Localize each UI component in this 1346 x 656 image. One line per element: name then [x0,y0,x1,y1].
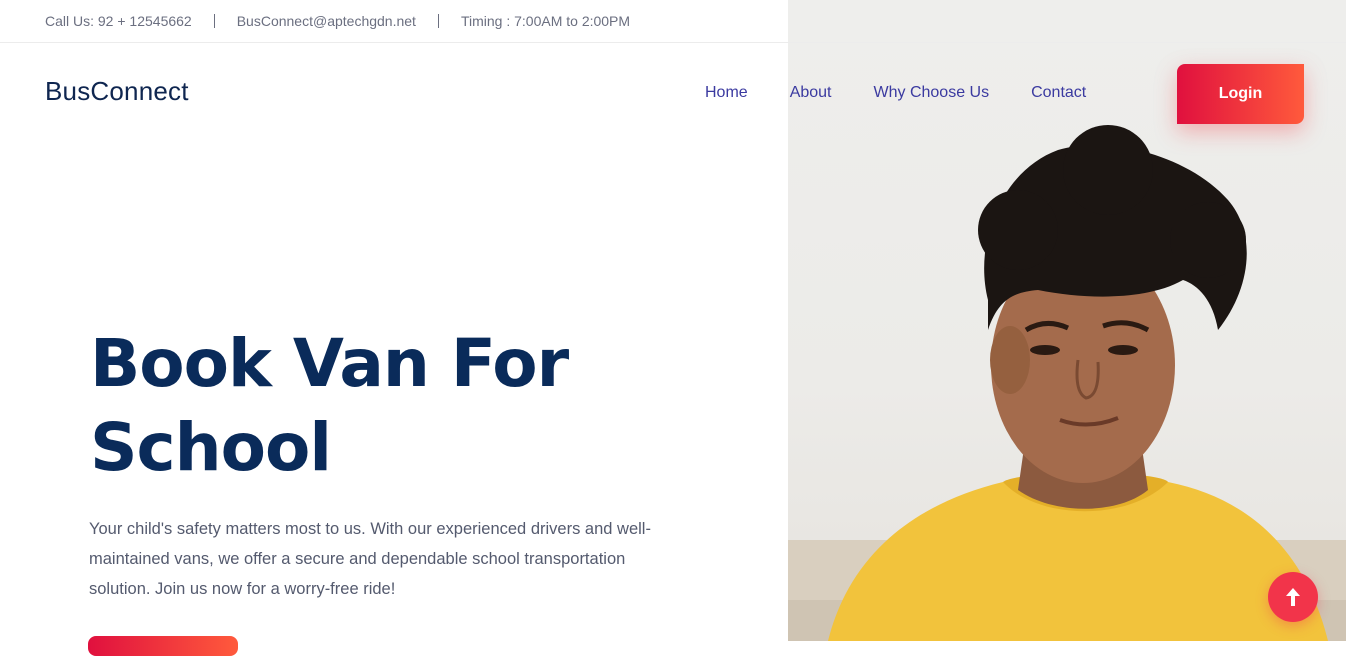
nav-home[interactable]: Home [705,84,748,102]
timing-info: Timing : 7:00AM to 2:00PM [460,13,631,29]
nav-why-choose-us[interactable]: Why Choose Us [874,84,990,102]
arrow-up-icon [1286,588,1300,606]
email-info[interactable]: BusConnect@aptechgdn.net [237,13,416,29]
hero-title: Book Van For School [90,322,710,490]
divider [213,14,215,28]
hero-title-line-2: School [90,409,332,486]
hero-title-line-1: Book Van For [90,325,569,402]
divider [437,14,439,28]
hero-cta-button[interactable] [88,636,238,656]
back-to-top-button[interactable] [1268,572,1318,622]
login-button[interactable]: Login [1177,64,1304,124]
main-nav: Home About Why Choose Us Contact [705,84,1086,102]
nav-about[interactable]: About [790,84,832,102]
phone-info: Call Us: 92 + 12545662 [45,13,192,29]
nav-contact[interactable]: Contact [1031,84,1086,102]
hero-description: Your child's safety matters most to us. … [89,520,651,598]
brand-logo[interactable]: BusConnect [45,76,189,107]
top-info-bar: Call Us: 92 + 12545662 BusConnect@aptech… [0,0,1346,43]
